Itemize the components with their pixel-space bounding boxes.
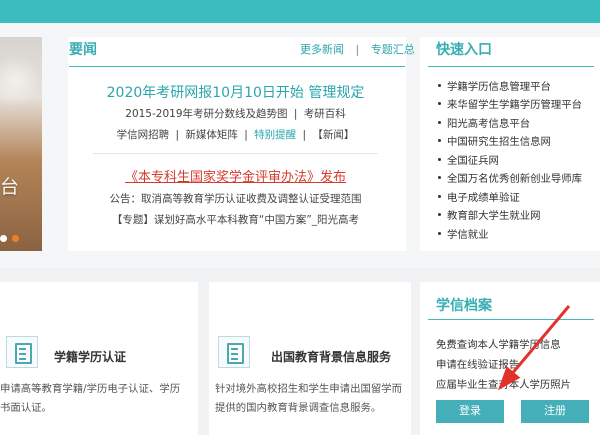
line-separator: | [175, 129, 180, 141]
news-links: 更多新闻 | 专题汇总 [300, 41, 415, 57]
recruitment-link[interactable]: 学信网招聘 [117, 129, 170, 141]
bullet-icon [438, 157, 441, 161]
news-divider [93, 153, 378, 154]
top-accent-bar [0, 0, 600, 23]
background-info-title[interactable]: 出国教育背景信息服务 [271, 348, 391, 365]
quick-entry-label: 学籍学历信息管理平台 [447, 80, 551, 93]
certificate-icon [6, 336, 38, 368]
education-auth-desc-line: 申请高等教育学籍/学历电子认证、学历 [0, 383, 181, 395]
bullet-icon [438, 194, 441, 198]
quick-entry-item[interactable]: 全国万名优秀创新创业导师库 [438, 169, 598, 188]
archive-report-text: 申请在线验证报告 [436, 359, 520, 371]
line-separator: | [302, 129, 306, 141]
login-button[interactable]: 登录 [436, 400, 504, 423]
news-title: 要闻 [69, 42, 97, 58]
quick-entry-item[interactable]: 全国征兵网 [438, 150, 598, 169]
quick-entry-label: 全国征兵网 [447, 154, 499, 167]
quick-entry-label: 中国研究生招生信息网 [447, 136, 551, 149]
hero-image-fragment: 台 [0, 37, 42, 251]
announcement-link[interactable]: 公告：取消高等教育学历认证收费及调整认证受理范围 [73, 191, 398, 206]
quick-entry-item[interactable]: 阳光高考信息平台 [438, 113, 598, 132]
more-news-link[interactable]: 更多新闻 [300, 41, 344, 57]
exam-encyclopedia-link[interactable]: 考研百科 [304, 108, 346, 120]
archive-photo-text: 应届毕业生查对本人学历照片 [436, 379, 572, 391]
line-separator: | [244, 129, 248, 141]
news-headline-link[interactable]: 2020年考研网报10月10日开始 管理规定 [73, 82, 398, 102]
student-archive-title: 学信档案 [436, 298, 492, 314]
link-separator: | [355, 43, 360, 56]
news-title-rule [69, 66, 405, 67]
register-button[interactable]: 注册 [521, 400, 589, 423]
news-category-link[interactable]: 【新闻】 [312, 129, 354, 141]
quick-entry-item[interactable]: 学籍学历信息管理平台 [438, 76, 598, 95]
carousel-dot-inactive[interactable] [0, 235, 7, 242]
score-trend-link[interactable]: 2015-2019年考研分数线及趋势图 [125, 108, 287, 120]
quick-entry-label: 教育部大学生就业网 [447, 210, 541, 223]
quick-entry-list: 学籍学历信息管理平台 来华留学生学籍学历管理平台 阳光高考信息平台 中国研究生招… [438, 76, 598, 243]
hero-visible-text: 台 [0, 176, 20, 198]
quick-entry-label: 学信就业 [447, 228, 489, 241]
background-info-desc-line: 针对境外高校招生和学生申请出国留学而 [215, 383, 403, 395]
topic-summary-link[interactable]: 专题汇总 [371, 41, 415, 57]
quick-entry-item[interactable]: 教育部大学生就业网 [438, 206, 598, 225]
quick-entry-label: 电子成绩单验证 [447, 191, 520, 204]
quick-entry-label: 阳光高考信息平台 [447, 117, 531, 130]
bullet-icon [438, 231, 441, 235]
bullet-icon [438, 213, 441, 217]
bullet-icon [438, 139, 441, 143]
scholarship-headline-link[interactable]: 《本专科生国家奖学金评审办法》发布 [73, 166, 398, 185]
bullet-icon [438, 120, 441, 124]
news-related-line-2: 学信网招聘 | 新媒体矩阵 | 特别提醒 | 【新闻】 [73, 127, 398, 142]
document-icon [218, 336, 250, 368]
quick-entry-item[interactable]: 学信就业 [438, 224, 598, 243]
quick-entry-item[interactable]: 电子成绩单验证 [438, 187, 598, 206]
bullet-icon [438, 83, 441, 87]
special-reminder-link[interactable]: 特别提醒 [254, 129, 296, 141]
news-related-line-1: 2015-2019年考研分数线及趋势图 | 考研百科 [73, 106, 398, 121]
quick-entry-label: 来华留学生学籍学历管理平台 [447, 99, 583, 112]
background-info-desc-line: 提供的国内教育背景调查信息服务。 [215, 402, 382, 414]
hero-light [0, 57, 42, 105]
quick-entry-item[interactable]: 中国研究生招生信息网 [438, 132, 598, 151]
quick-entry-title: 快速入口 [436, 42, 492, 58]
carousel-dot-active[interactable] [12, 235, 19, 242]
bullet-icon [438, 176, 441, 180]
background-info-description: 针对境外高校招生和学生申请出国留学而 提供的国内教育背景调查信息服务。 [215, 380, 409, 418]
bullet-icon [438, 102, 441, 106]
student-archive-rule [428, 319, 594, 320]
quick-entry-rule [428, 66, 594, 67]
quick-entry-label: 全国万名优秀创新创业导师库 [447, 173, 583, 186]
education-auth-description: 申请高等教育学籍/学历电子认证、学历 书面认证。 [0, 380, 195, 418]
education-auth-title[interactable]: 学籍学历认证 [54, 348, 126, 365]
line-separator: | [293, 108, 298, 120]
archive-query-text: 免费查询本人学籍学历信息 [436, 339, 561, 351]
media-matrix-link[interactable]: 新媒体矩阵 [185, 129, 238, 141]
quick-entry-item[interactable]: 来华留学生学籍学历管理平台 [438, 95, 598, 114]
education-auth-desc-line: 书面认证。 [0, 402, 52, 414]
special-topic-link[interactable]: 【专题】谋划好高水平本科教育“中国方案”_阳光高考 [73, 212, 398, 227]
